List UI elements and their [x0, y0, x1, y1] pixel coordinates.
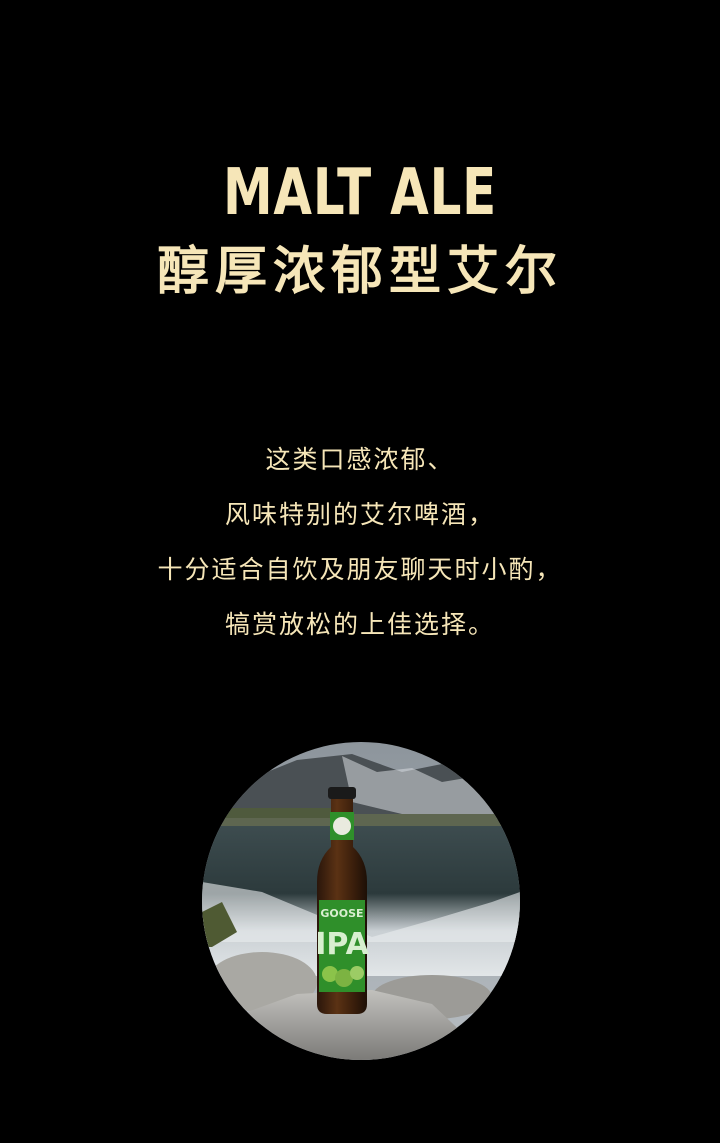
description-line-3: 十分适合自饮及朋友聊天时小酌，	[157, 555, 563, 584]
label-style: IPA	[315, 927, 369, 962]
title-english: MALT ALE	[222, 156, 498, 230]
description-line-1: 这类口感浓郁、	[265, 445, 455, 474]
photo-illustration: GOOSE IPA	[202, 742, 520, 1060]
description: 这类口感浓郁、 风味特别的艾尔啤酒， 十分适合自饮及朋友聊天时小酌， 犒赏放松的…	[0, 437, 720, 657]
label-brand: GOOSE	[320, 907, 363, 920]
neck-logo	[333, 817, 351, 835]
description-line-4: 犒赏放松的上佳选择。	[224, 610, 495, 639]
tree-line	[222, 808, 332, 818]
description-line-2: 风味特别的艾尔啤酒，	[224, 500, 495, 529]
page: MALT ALE 醇厚浓郁型艾尔 这类口感浓郁、 风味特别的艾尔啤酒， 十分适合…	[0, 0, 720, 1143]
title-chinese: 醇厚浓郁型艾尔	[156, 242, 563, 302]
bottle-cap	[328, 787, 356, 799]
beer-bottle-lake-photo: GOOSE IPA	[202, 742, 520, 1060]
hop-icon	[350, 966, 364, 980]
